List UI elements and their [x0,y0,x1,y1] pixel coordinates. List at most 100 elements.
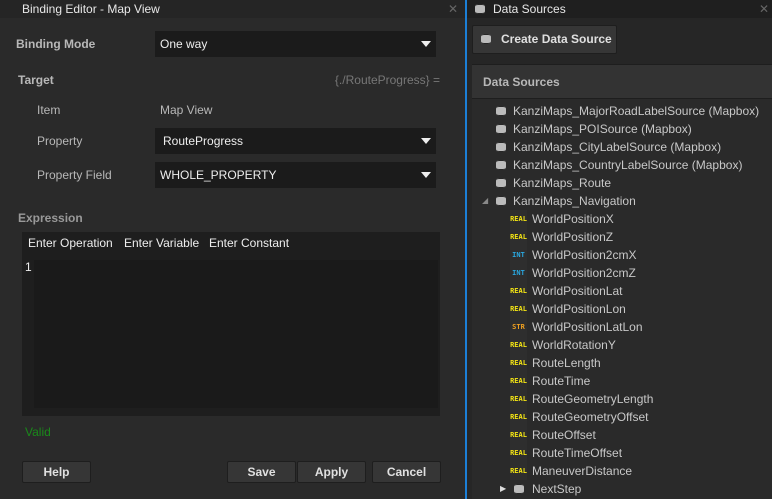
enter-operation-button[interactable]: Enter Operation [28,236,113,250]
chevron-down-icon [421,172,431,178]
panel-title: Binding Editor - Map View [22,2,160,16]
type-badge-int-icon: INT [510,264,527,282]
data-source-name: KanziMaps_Navigation [513,194,636,208]
data-field-item[interactable]: REAL RouteTime [472,372,772,390]
type-badge-real-icon: REAL [510,354,527,372]
expression-editor: Enter Operation Enter Variable Enter Con… [22,232,440,416]
cancel-button[interactable]: Cancel [372,461,441,483]
type-badge-real-icon: REAL [510,282,527,300]
type-badge-real-icon: REAL [510,390,527,408]
close-icon[interactable]: ✕ [759,0,769,18]
line-number: 1 [25,260,32,274]
add-database-icon [481,34,491,44]
data-field-name: WorldPosition2cmZ [532,266,636,280]
enter-constant-button[interactable]: Enter Constant [209,236,289,250]
data-field-item[interactable]: INT WorldPosition2cmX [472,246,772,264]
database-icon [496,160,506,170]
data-field-item[interactable]: REAL WorldPositionX [472,210,772,228]
type-badge-str-icon: STR [510,318,527,336]
property-label: Property [37,134,83,148]
type-badge-real-icon: REAL [510,228,527,246]
data-field-name: WorldPositionZ [532,230,614,244]
data-field-item[interactable]: STR WorldPositionLatLon [472,318,772,336]
target-label: Target [18,73,54,87]
data-source-name: KanziMaps_Route [513,176,612,190]
binding-mode-label: Binding Mode [16,37,96,51]
data-field-item[interactable]: REAL WorldPositionLon [472,300,772,318]
data-field-item[interactable]: REAL RouteGeometryOffset [472,408,772,426]
collapsed-arrow-icon[interactable]: ▶ [500,480,506,498]
data-field-name: RouteTime [532,374,591,388]
data-source-item[interactable]: KanziMaps_MajorRoadLabelSource (Mapbox) [472,102,772,120]
data-field-name: RouteGeometryOffset [532,410,649,424]
data-field-item[interactable]: REAL RouteGeometryLength [472,390,772,408]
binding-editor-panel: Binding Editor - Map View ✕ Binding Mode… [0,0,465,499]
data-field-item[interactable]: REAL WorldRotationY [472,336,772,354]
binding-mode-value: One way [160,37,208,51]
property-value: RouteProgress [163,134,244,148]
data-source-name: KanziMaps_MajorRoadLabelSource (Mapbox) [513,104,760,118]
expanded-arrow-icon[interactable]: ◢ [482,192,488,210]
database-icon [496,106,506,116]
data-sources-panel: Data Sources ✕ Create Data Source Data S… [467,0,772,499]
data-source-name: KanziMaps_CountryLabelSource (Mapbox) [513,158,743,172]
data-field-item[interactable]: REAL RouteOffset [472,426,772,444]
binding-mode-dropdown[interactable]: One way [155,31,436,57]
type-badge-real-icon: REAL [510,210,527,228]
data-field-name: WorldPositionLatLon [532,320,643,334]
property-field-label: Property Field [37,168,112,182]
validation-status: Valid [25,425,51,439]
type-badge-real-icon: REAL [510,336,527,354]
property-field-value: WHOLE_PROPERTY [160,168,277,182]
data-field-item[interactable]: REAL WorldPositionLat [472,282,772,300]
save-button[interactable]: Save [227,461,296,483]
enter-variable-button[interactable]: Enter Variable [124,236,199,250]
data-field-name: ManeuverDistance [532,464,633,478]
data-source-item[interactable]: KanziMaps_Route [472,174,772,192]
data-field-item[interactable]: REAL WorldPositionZ [472,228,772,246]
data-field-name: WorldPositionX [532,212,614,226]
type-badge-int-icon: INT [510,246,527,264]
data-field-name: RouteLength [532,356,601,370]
data-sources-titlebar: Data Sources ✕ [467,0,772,18]
data-sources-tree: Data Sources KanziMaps_MajorRoadLabelSou… [472,64,772,499]
expression-input[interactable] [34,260,438,408]
create-data-source-button[interactable]: Create Data Source [472,25,617,54]
data-field-item[interactable]: REAL RouteTimeOffset [472,444,772,462]
database-icon [514,484,524,494]
tree-header: Data Sources [472,65,772,99]
data-source-item[interactable]: KanziMaps_CountryLabelSource (Mapbox) [472,156,772,174]
data-field-name: WorldPosition2cmX [532,248,637,262]
data-field-item[interactable]: INT WorldPosition2cmZ [472,264,772,282]
data-source-item[interactable]: KanziMaps_CityLabelSource (Mapbox) [472,138,772,156]
close-icon[interactable]: ✕ [448,0,458,18]
help-button[interactable]: Help [22,461,91,483]
type-badge-real-icon: REAL [510,408,527,426]
data-field-item[interactable]: REAL ManeuverDistance [472,462,772,480]
expression-label: Expression [18,211,83,225]
property-field-dropdown[interactable]: WHOLE_PROPERTY [155,162,436,188]
data-source-item[interactable]: ▶ NextStep [472,480,772,498]
item-label: Item [37,103,61,117]
data-field-name: RouteOffset [532,428,596,442]
data-source-name: KanziMaps_POISource (Mapbox) [513,122,692,136]
data-field-name: WorldRotationY [532,338,616,352]
data-source-name: KanziMaps_CityLabelSource (Mapbox) [513,140,722,154]
type-badge-real-icon: REAL [510,300,527,318]
property-dropdown[interactable]: RouteProgress [155,128,436,154]
database-icon [475,4,485,14]
target-expression: {./RouteProgress} = [334,73,440,87]
data-field-item[interactable]: REAL RouteLength [472,354,772,372]
data-field-name: WorldPositionLon [532,302,626,316]
apply-button[interactable]: Apply [297,461,366,483]
item-value: Map View [160,103,213,117]
binding-editor-titlebar: Binding Editor - Map View ✕ [0,0,465,18]
create-data-source-label: Create Data Source [501,32,612,46]
data-source-item[interactable]: KanziMaps_POISource (Mapbox) [472,120,772,138]
database-icon [496,142,506,152]
data-field-name: RouteTimeOffset [532,446,623,460]
data-source-item[interactable]: ◢ KanziMaps_Navigation [472,192,772,210]
type-badge-real-icon: REAL [510,426,527,444]
chevron-down-icon [421,41,431,47]
database-icon [496,196,506,206]
